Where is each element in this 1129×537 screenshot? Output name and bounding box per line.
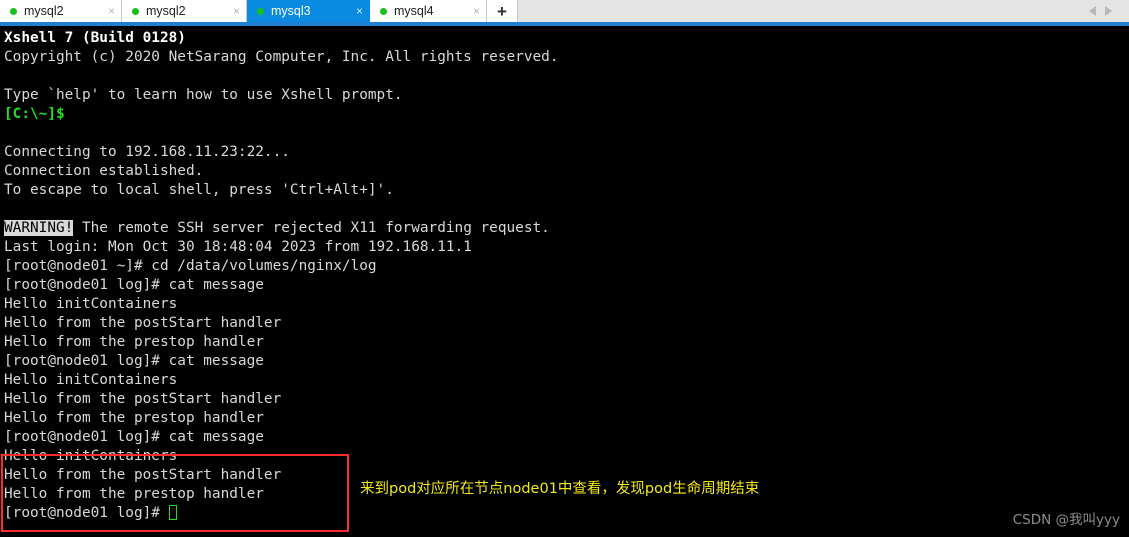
terminal-text: Hello initContainers bbox=[4, 372, 178, 388]
terminal-text: Hello from the postStart handler bbox=[4, 391, 282, 407]
terminal-line: [root@node01 ~]# cd /data/volumes/nginx/… bbox=[4, 257, 559, 276]
terminal-text: Connection established. bbox=[4, 163, 204, 179]
annotation-text: 来到pod对应所在节点node01中查看，发现pod生命周期结束 bbox=[360, 481, 760, 497]
terminal-pane[interactable]: Xshell 7 (Build 0128) Copyright (c) 2020 … bbox=[0, 26, 1129, 537]
terminal-line: Hello initContainers bbox=[4, 447, 559, 466]
tab-label: mysql3 bbox=[271, 4, 311, 18]
new-tab-button[interactable]: + bbox=[487, 0, 518, 22]
terminal-line: [root@node01 log]# cat message bbox=[4, 428, 559, 447]
terminal-text: Hello from the postStart handler bbox=[4, 315, 282, 331]
tab-label: mysql2 bbox=[146, 4, 186, 18]
terminal-line bbox=[4, 124, 559, 143]
terminal-line: Hello from the prestop handler bbox=[4, 333, 559, 352]
connection-status-dot bbox=[257, 7, 264, 15]
scroll-right-icon[interactable] bbox=[1104, 6, 1112, 16]
connection-status-dot bbox=[380, 7, 387, 15]
terminal-text: Copyright (c) 2020 NetSarang Computer, I… bbox=[4, 49, 559, 65]
terminal-text: [root@node01 log]# bbox=[4, 505, 169, 521]
terminal-text: Hello initContainers bbox=[4, 448, 178, 464]
tab-mysql2-2[interactable]: mysql2 × bbox=[122, 0, 247, 22]
terminal-text: Last login: Mon Oct 30 18:48:04 2023 fro… bbox=[4, 239, 472, 255]
terminal-line: Last login: Mon Oct 30 18:48:04 2023 fro… bbox=[4, 238, 559, 257]
terminal-line: Xshell 7 (Build 0128) bbox=[4, 29, 559, 48]
terminal-text: Hello initContainers bbox=[4, 296, 178, 312]
connection-status-dot bbox=[132, 7, 139, 15]
terminal-text: Hello from the prestop handler bbox=[4, 334, 264, 350]
terminal-line: Connection established. bbox=[4, 162, 559, 181]
terminal-text: Hello from the prestop handler bbox=[4, 486, 264, 502]
terminal-line: Hello initContainers bbox=[4, 371, 559, 390]
terminal-text: To escape to local shell, press 'Ctrl+Al… bbox=[4, 182, 394, 198]
terminal-text: [root@node01 log]# cat message bbox=[4, 277, 264, 293]
terminal-line: Copyright (c) 2020 NetSarang Computer, I… bbox=[4, 48, 559, 67]
tab-mysql4[interactable]: mysql4 × bbox=[370, 0, 487, 22]
watermark: CSDN @我叫yyy bbox=[1012, 512, 1120, 528]
terminal-text: Connecting to 192.168.11.23:22... bbox=[4, 144, 290, 160]
terminal-line: WARNING! The remote SSH server rejected … bbox=[4, 219, 559, 238]
terminal-line: [root@node01 log]# cat message bbox=[4, 276, 559, 295]
terminal-line: Type `help' to learn how to use Xshell p… bbox=[4, 86, 559, 105]
terminal-text: The remote SSH server rejected X11 forwa… bbox=[73, 220, 550, 236]
terminal-text: [C:\~]$ bbox=[4, 106, 65, 122]
terminal-output: Xshell 7 (Build 0128) Copyright (c) 2020 … bbox=[4, 29, 559, 523]
tab-bar: mysql2 × mysql2 × mysql3 × mysql4 × + bbox=[0, 0, 1129, 22]
terminal-line: [root@node01 log]# bbox=[4, 504, 559, 523]
terminal-line: Hello from the prestop handler bbox=[4, 409, 559, 428]
terminal-text: [root@node01 log]# cat message bbox=[4, 429, 264, 445]
terminal-line: Hello initContainers bbox=[4, 295, 559, 314]
close-icon[interactable]: × bbox=[108, 5, 115, 17]
terminal-line: Hello from the postStart handler bbox=[4, 314, 559, 333]
close-icon[interactable]: × bbox=[473, 5, 480, 17]
connection-status-dot bbox=[10, 7, 17, 15]
tab-bar-filler bbox=[518, 0, 1071, 22]
terminal-cursor bbox=[168, 505, 177, 520]
tab-mysql2-1[interactable]: mysql2 × bbox=[0, 0, 122, 22]
terminal-text: Hello from the postStart handler bbox=[4, 467, 282, 483]
terminal-text: Type `help' to learn how to use Xshell p… bbox=[4, 87, 403, 103]
terminal-line bbox=[4, 67, 559, 86]
terminal-text: WARNING! bbox=[4, 220, 74, 236]
tab-mysql3[interactable]: mysql3 × bbox=[247, 0, 370, 22]
tab-scroll-controls bbox=[1071, 0, 1129, 22]
terminal-line: Hello from the postStart handler bbox=[4, 390, 559, 409]
terminal-text: Hello from the prestop handler bbox=[4, 410, 264, 426]
terminal-line: Connecting to 192.168.11.23:22... bbox=[4, 143, 559, 162]
tab-label: mysql2 bbox=[24, 4, 64, 18]
terminal-text: [root@node01 log]# cat message bbox=[4, 353, 264, 369]
terminal-line bbox=[4, 200, 559, 219]
scroll-left-icon[interactable] bbox=[1088, 6, 1096, 16]
tab-label: mysql4 bbox=[394, 4, 434, 18]
terminal-line: [C:\~]$ bbox=[4, 105, 559, 124]
close-icon[interactable]: × bbox=[233, 5, 240, 17]
close-icon[interactable]: × bbox=[356, 5, 363, 17]
terminal-text: Xshell 7 (Build 0128) bbox=[4, 30, 186, 46]
terminal-line: To escape to local shell, press 'Ctrl+Al… bbox=[4, 181, 559, 200]
terminal-line: [root@node01 log]# cat message bbox=[4, 352, 559, 371]
terminal-text: [root@node01 ~]# cd /data/volumes/nginx/… bbox=[4, 258, 377, 274]
